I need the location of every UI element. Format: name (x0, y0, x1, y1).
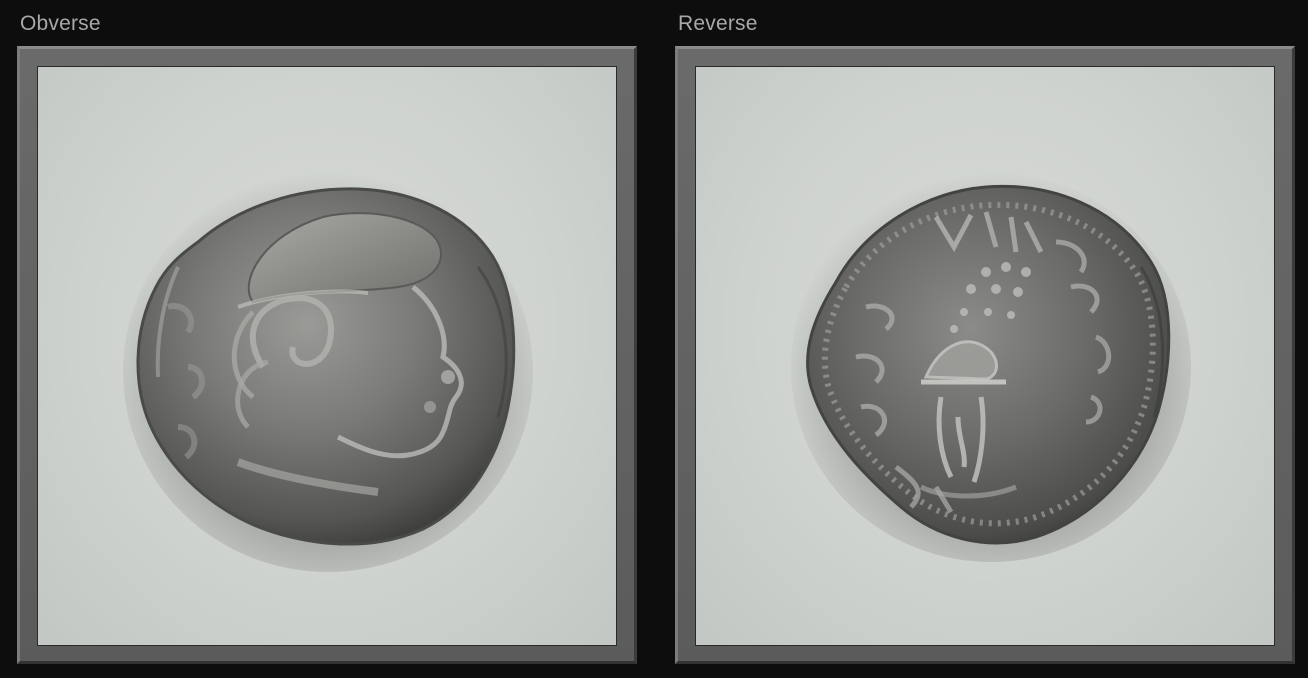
obverse-label: Obverse (20, 12, 101, 35)
reverse-label: Reverse (678, 12, 758, 35)
obverse-coin-image (123, 172, 533, 572)
reverse-frame (675, 46, 1295, 664)
obverse-frame (17, 46, 637, 664)
obverse-panel: Obverse (17, 0, 637, 678)
reverse-coin-photo[interactable] (695, 66, 1275, 646)
reverse-coin-image (791, 172, 1191, 562)
reverse-panel: Reverse (675, 0, 1295, 678)
obverse-coin-photo[interactable] (37, 66, 617, 646)
